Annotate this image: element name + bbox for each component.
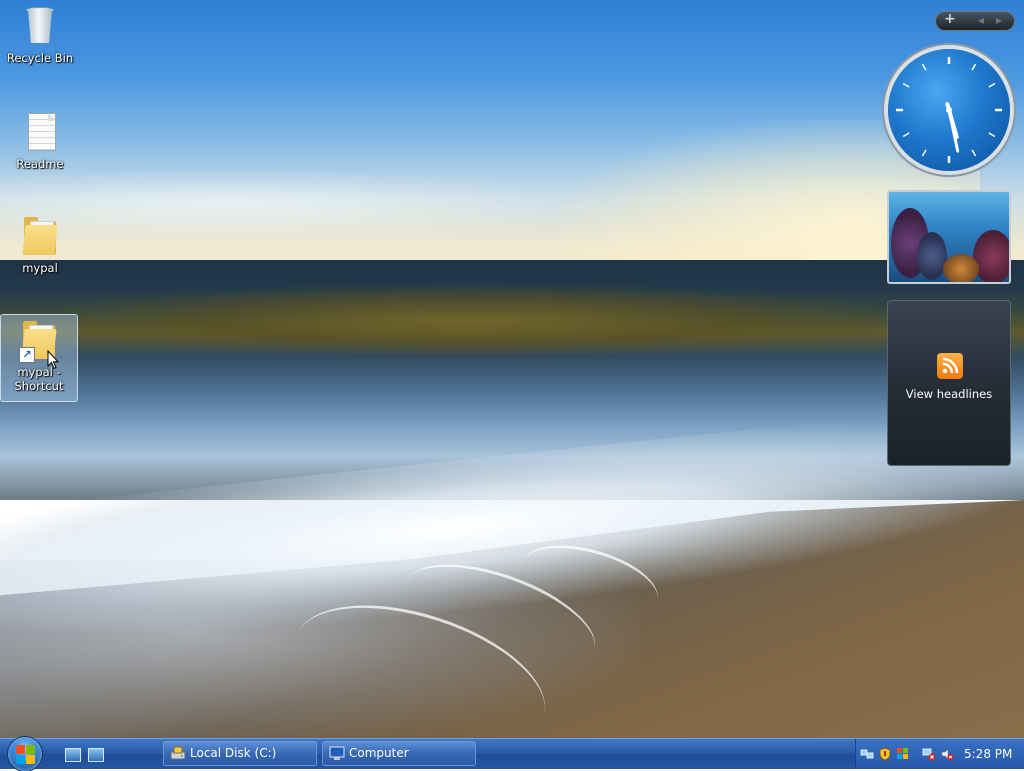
taskbar-button-local-disk[interactable]: Local Disk (C:) xyxy=(163,741,317,766)
desktop-icon-label: Recycle Bin xyxy=(6,51,74,65)
desktop-icon-mypal-folder[interactable]: mypal xyxy=(1,210,79,276)
taskbar-clock[interactable]: 5:28 PM xyxy=(964,747,1012,761)
desktop-icon-label: mypal - Shortcut xyxy=(14,365,64,393)
clock-tick xyxy=(921,63,927,71)
folder-icon xyxy=(20,215,60,259)
clock-tick xyxy=(902,132,910,138)
desktop-icon-readme[interactable]: Readme xyxy=(1,106,79,172)
taskbar-button-label: Local Disk (C:) xyxy=(190,746,277,760)
next-gadgets-button[interactable]: ▸ xyxy=(996,13,1002,27)
desktop-wallpaper[interactable] xyxy=(0,0,1024,738)
recycle-bin-icon xyxy=(20,5,60,49)
start-button[interactable] xyxy=(8,737,42,771)
mouse-cursor-icon xyxy=(47,350,59,370)
slideshow-coral xyxy=(943,254,979,282)
sidebar-controls: + ◂ ▸ xyxy=(935,11,1015,31)
desktop-icon-label: mypal xyxy=(22,261,58,275)
clock-center-pin xyxy=(946,107,952,113)
add-gadget-button[interactable]: + xyxy=(944,11,956,27)
slideshow-coral xyxy=(973,230,1009,282)
document-icon xyxy=(20,111,60,155)
switch-windows-icon[interactable] xyxy=(88,748,104,762)
clock-face-icon xyxy=(896,57,1002,163)
volume-muted-icon[interactable] xyxy=(940,747,954,761)
network-disconnected-icon[interactable] xyxy=(922,747,936,761)
clock-tick xyxy=(971,149,977,157)
clock-tick xyxy=(988,132,996,138)
show-desktop-icon[interactable] xyxy=(65,748,81,762)
wallpaper-wave xyxy=(60,285,880,355)
local-disk-icon xyxy=(170,746,186,760)
system-tray: 5:28 PM xyxy=(855,739,1024,769)
shortcut-arrow-icon: ↗ xyxy=(19,347,35,363)
desktop-icon-recycle-bin[interactable]: Recycle Bin xyxy=(1,0,79,66)
security-shield-icon[interactable] xyxy=(878,747,892,761)
slideshow-coral xyxy=(917,232,947,280)
clock-tick xyxy=(921,149,927,157)
slideshow-gadget[interactable] xyxy=(887,190,1011,284)
view-headlines-link[interactable]: View headlines xyxy=(888,387,1010,401)
desktop-icon-label: Readme xyxy=(16,157,64,171)
network-icon[interactable] xyxy=(860,747,874,761)
windows-update-icon[interactable] xyxy=(896,747,910,761)
desktop-icon-mypal-shortcut[interactable]: ↗ mypal - Shortcut xyxy=(0,314,78,402)
clock-gadget[interactable] xyxy=(888,49,1010,171)
rss-icon xyxy=(937,353,963,379)
taskbar-button-label: Computer xyxy=(349,746,409,760)
clock-tick xyxy=(988,82,996,88)
taskbar: Local Disk (C:) Computer 5:28 PM xyxy=(0,737,1024,771)
feed-headlines-gadget[interactable]: View headlines xyxy=(887,300,1011,466)
clock-tick xyxy=(902,82,910,88)
computer-icon xyxy=(329,746,345,760)
taskbar-button-computer[interactable]: Computer xyxy=(322,741,476,766)
windows-flag-icon xyxy=(16,745,36,765)
clock-tick xyxy=(971,63,977,71)
wallpaper-cloud xyxy=(0,170,600,240)
previous-gadgets-button[interactable]: ◂ xyxy=(978,13,984,27)
